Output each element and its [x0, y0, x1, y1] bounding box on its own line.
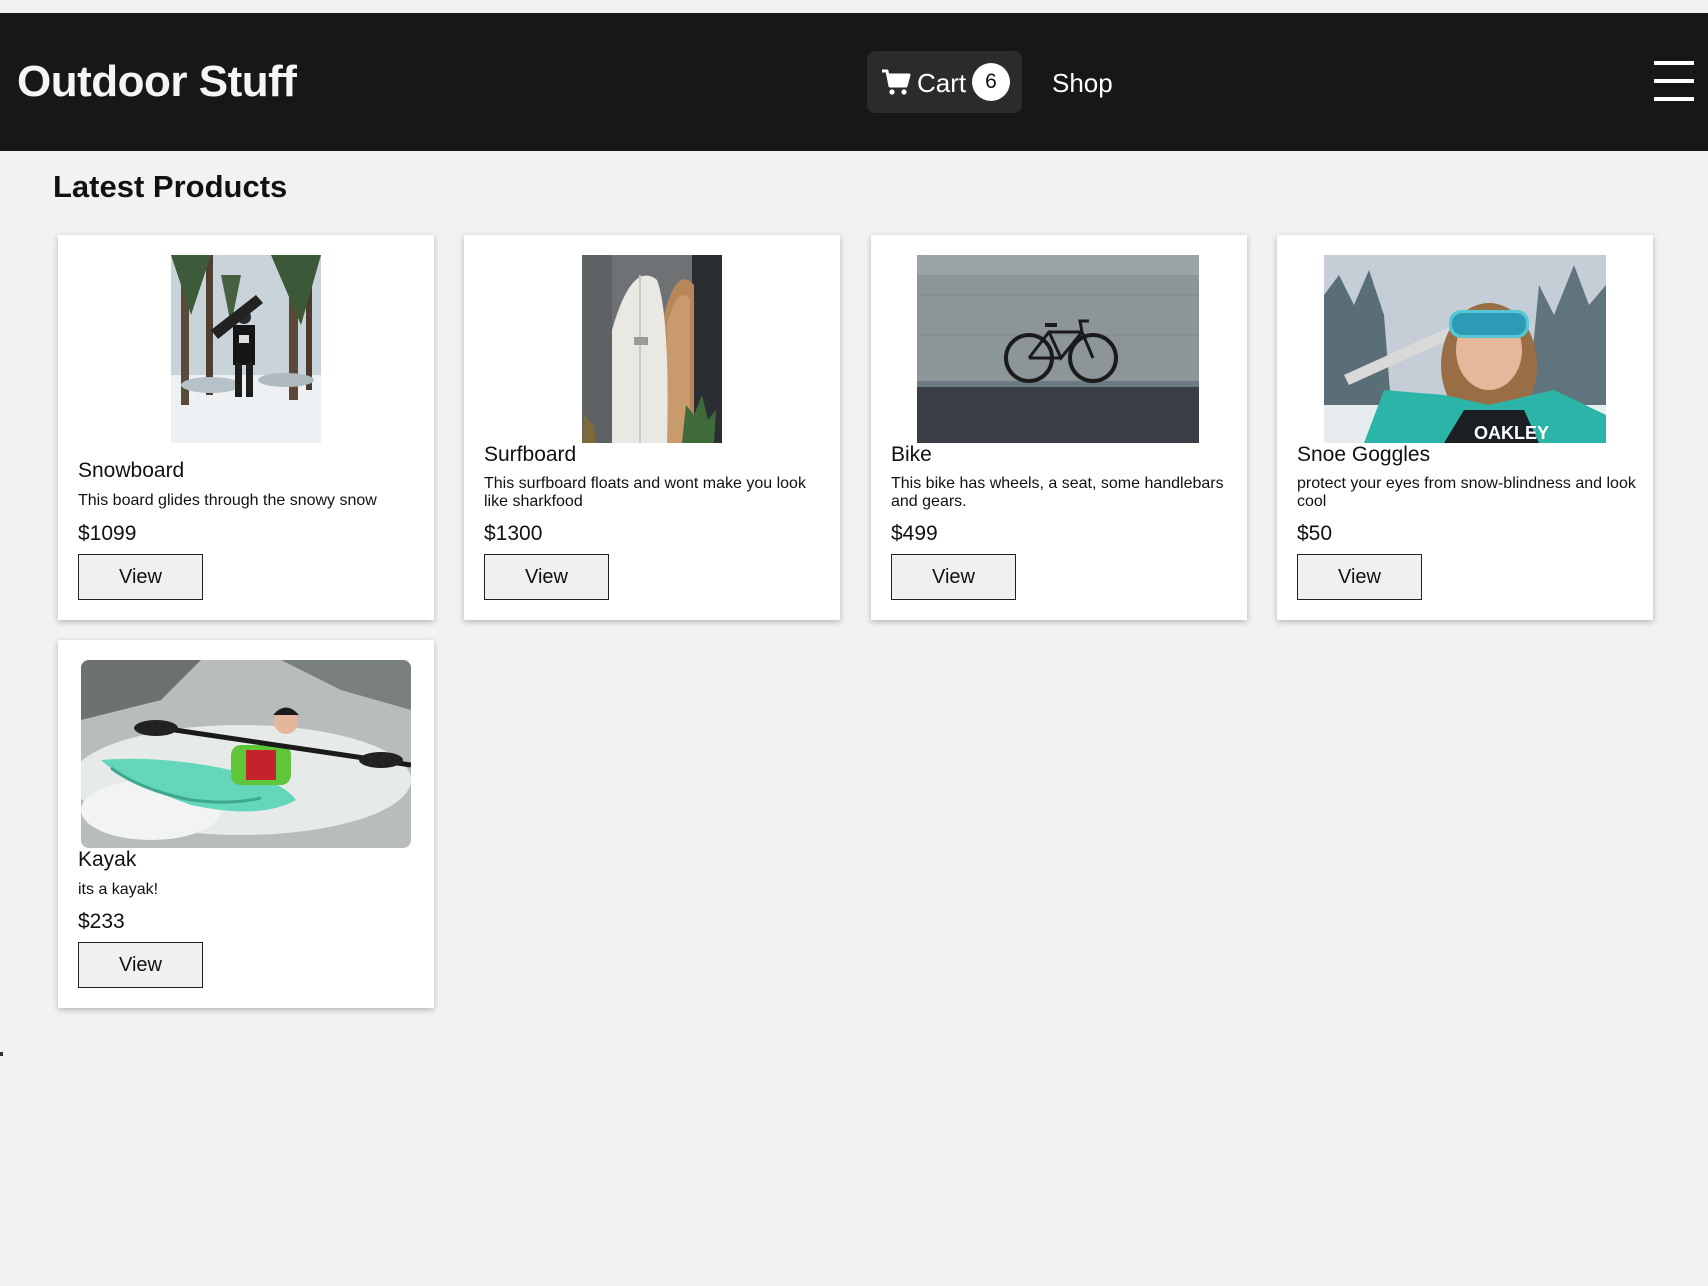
svg-text:OAKLEY: OAKLEY — [1474, 423, 1549, 443]
brand-title[interactable]: Outdoor Stuff — [17, 57, 297, 107]
product-description: This surfboard floats and wont make you … — [484, 475, 806, 510]
top-strip — [0, 0, 1708, 13]
product-card: Kayak its a kayak! $233 View — [58, 640, 434, 1008]
product-description: This bike has wheels, a seat, some handl… — [891, 475, 1224, 510]
snowboard-image[interactable] — [171, 255, 321, 443]
product-price: $1099 — [78, 522, 137, 545]
product-card: Snowboard This board glides through the … — [58, 235, 434, 620]
shop-link[interactable]: Shop — [1052, 68, 1113, 99]
product-name: Surfboard — [484, 443, 577, 466]
product-price: $233 — [78, 910, 125, 933]
product-name: Bike — [891, 443, 932, 466]
cart-button[interactable]: Cart 6 — [867, 51, 1022, 113]
view-button[interactable]: View — [78, 554, 203, 600]
product-card: Bike This bike has wheels, a seat, some … — [871, 235, 1247, 620]
product-description: protect your eyes from snow-blindness an… — [1297, 475, 1636, 510]
product-name: Kayak — [78, 848, 137, 871]
bike-image[interactable] — [917, 255, 1199, 443]
view-button[interactable]: View — [484, 554, 609, 600]
view-button[interactable]: View — [891, 554, 1016, 600]
shopping-cart-icon — [882, 69, 911, 95]
product-price: $50 — [1297, 522, 1333, 545]
product-card: Surfboard This surfboard floats and wont… — [464, 235, 840, 620]
product-card: OAKLEY Snoe Goggles protect your eyes fr… — [1277, 235, 1653, 620]
surfboard-image[interactable] — [582, 255, 722, 443]
page-title: Latest Products — [53, 169, 288, 204]
view-button[interactable]: View — [78, 942, 203, 988]
navbar: Outdoor Stuff Cart 6 Shop — [0, 13, 1708, 151]
kayak-image[interactable] — [81, 660, 411, 848]
stray-mark — [0, 1052, 3, 1056]
cart-label: Cart — [917, 68, 967, 98]
product-price: $1300 — [484, 522, 543, 545]
product-description: its a kayak! — [78, 881, 159, 898]
product-description: This board glides through the snowy snow — [78, 492, 377, 509]
cart-count-badge: 6 — [972, 63, 1010, 101]
view-button[interactable]: View — [1297, 554, 1422, 600]
product-price: $499 — [891, 522, 938, 545]
goggles-image[interactable]: OAKLEY — [1324, 255, 1606, 443]
product-name: Snoe Goggles — [1297, 443, 1431, 466]
hamburger-menu-icon[interactable] — [1654, 61, 1694, 103]
product-name: Snowboard — [78, 459, 185, 482]
